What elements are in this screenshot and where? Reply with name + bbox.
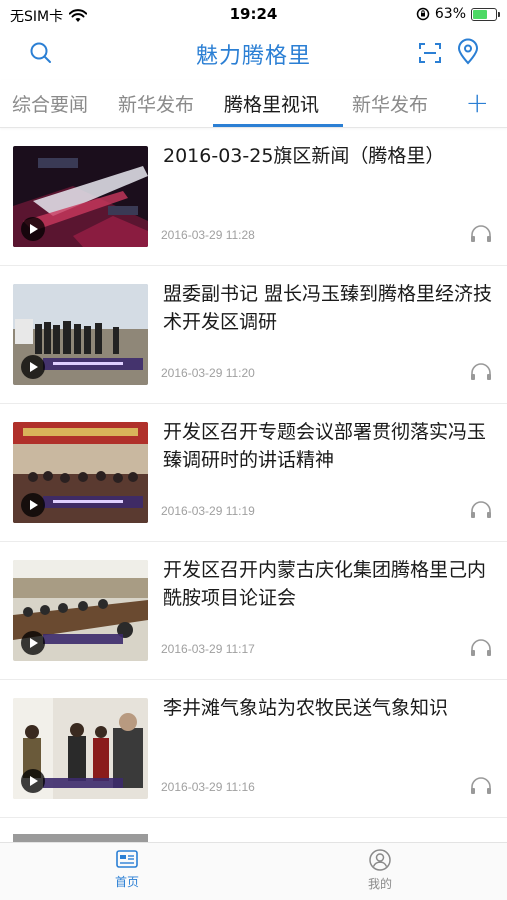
news-title: 开发区召开专题会议部署贯彻落实冯玉臻调研时的讲话精神 <box>163 421 487 471</box>
orientation-lock-icon <box>416 7 430 21</box>
tab-xinhua[interactable]: 新华发布 <box>118 90 194 117</box>
location-icon[interactable] <box>455 38 481 66</box>
battery-icon <box>471 7 500 21</box>
news-date: 2016-03-29 11:17 <box>161 642 255 656</box>
headphones-icon[interactable] <box>469 638 493 658</box>
play-icon <box>21 355 45 379</box>
nav-bar: 魅力腾格里 <box>0 30 507 76</box>
headphones-icon[interactable] <box>469 224 493 244</box>
bottom-tab-profile[interactable]: 我的 <box>330 849 430 892</box>
scan-icon[interactable] <box>417 40 443 66</box>
news-item[interactable]: 2016-03-25旗区新闻（腾格里） 2016-03-29 11:28 <box>0 128 507 266</box>
battery-fill <box>473 9 487 19</box>
bottom-tab-bar: 首页 我的 <box>0 842 507 900</box>
bottom-tab-profile-label: 我的 <box>367 877 392 891</box>
bottom-tab-home[interactable]: 首页 <box>77 849 177 890</box>
news-thumbnail[interactable] <box>13 146 148 247</box>
news-thumbnail[interactable] <box>13 284 148 385</box>
active-tab-indicator <box>213 124 343 127</box>
status-right: 63% <box>416 6 500 22</box>
tab-zonghe[interactable]: 综合要闻 <box>12 90 88 117</box>
tab-xinhua-2[interactable]: 新华发布 <box>352 90 428 117</box>
news-item-partial[interactable] <box>0 828 507 842</box>
news-item[interactable]: 开发区召开专题会议部署贯彻落实冯玉臻调研时的讲话精神 2016-03-29 11… <box>0 404 507 542</box>
news-thumbnail[interactable] <box>13 698 148 799</box>
news-item[interactable]: 盟委副书记 盟长冯玉臻到腾格里经济技术开发区调研 2016-03-29 11:2… <box>0 266 507 404</box>
news-thumbnail[interactable] <box>13 422 148 523</box>
headphones-icon[interactable] <box>469 362 493 382</box>
news-thumbnail[interactable] <box>13 560 148 661</box>
headphones-icon[interactable] <box>469 500 493 520</box>
battery-percent: 63% <box>434 6 466 22</box>
news-date: 2016-03-29 11:28 <box>161 228 255 242</box>
tab-tenggeli-video[interactable]: 腾格里视讯 <box>224 90 319 117</box>
news-item[interactable]: 李井滩气象站为农牧民送气象知识 2016-03-29 11:16 <box>0 680 507 818</box>
play-icon <box>21 493 45 517</box>
status-bar: 无SIM卡 19:24 63% <box>0 0 507 30</box>
news-title: 盟委副书记 盟长冯玉臻到腾格里经济技术开发区调研 <box>163 283 493 333</box>
news-thumbnail-partial <box>13 834 148 842</box>
news-item[interactable]: 开发区召开内蒙古庆化集团腾格里己内酰胺项目论证会 2016-03-29 11:1… <box>0 542 507 680</box>
play-icon <box>21 631 45 655</box>
play-icon <box>21 217 45 241</box>
category-tabs: 综合要闻 新华发布 腾格里视讯 新华发布 + <box>0 80 507 128</box>
news-title: 2016-03-25旗区新闻（腾格里） <box>163 145 445 167</box>
add-tab-button[interactable]: + <box>466 86 489 119</box>
home-icon <box>116 850 138 868</box>
news-date: 2016-03-29 11:16 <box>161 780 255 794</box>
news-date: 2016-03-29 11:19 <box>161 504 255 518</box>
news-title: 李井滩气象站为农牧民送气象知识 <box>163 697 449 719</box>
profile-icon <box>369 849 391 871</box>
bottom-tab-home-label: 首页 <box>114 875 139 889</box>
news-date: 2016-03-29 11:20 <box>161 366 255 380</box>
news-title: 开发区召开内蒙古庆化集团腾格里己内酰胺项目论证会 <box>163 559 487 609</box>
headphones-icon[interactable] <box>469 776 493 796</box>
play-icon <box>21 769 45 793</box>
